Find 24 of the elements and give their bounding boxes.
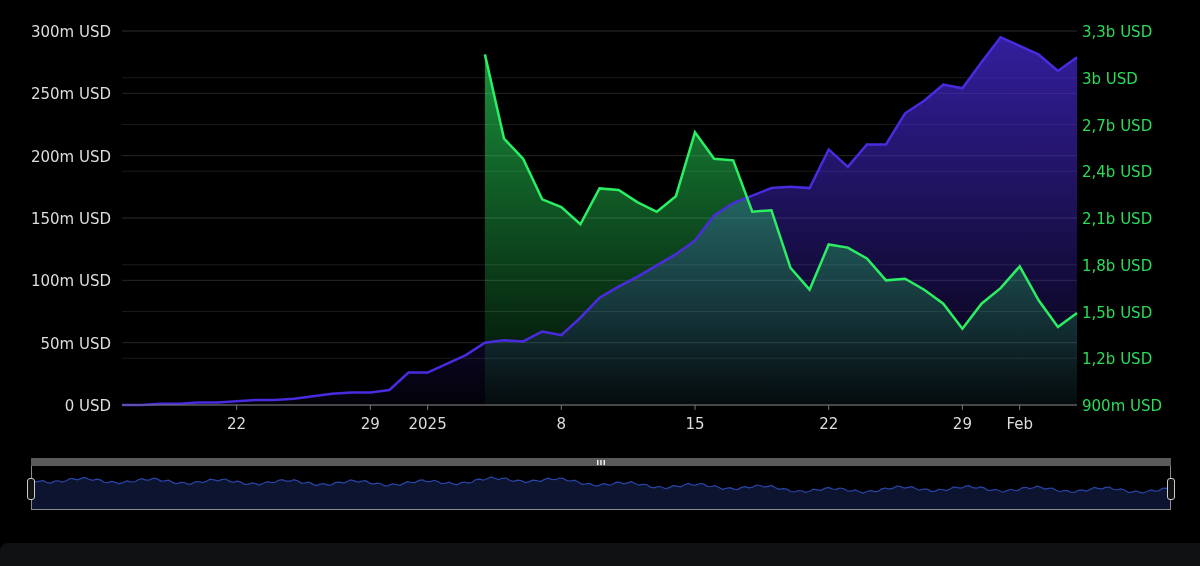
y-axis-label: 2,1b USD xyxy=(1082,210,1153,228)
y-axis-label: 900m USD xyxy=(1082,397,1163,415)
x-axis-label: 29 xyxy=(360,415,380,433)
y-axis-label: 3,3b USD xyxy=(1082,23,1153,41)
y-axis-label: 100m USD xyxy=(30,272,111,291)
x-axis-label: 29 xyxy=(952,415,972,433)
y-axis-label: 0 USD xyxy=(64,397,111,415)
y-axis-label: 300m USD xyxy=(30,23,111,41)
y-axis-label: 1,5b USD xyxy=(1082,303,1153,322)
x-axis-label: 2025 xyxy=(408,415,447,433)
x-axis-label: 22 xyxy=(227,415,247,433)
y-axis-label: 3b USD xyxy=(1082,69,1138,88)
y-axis-label: 1,8b USD xyxy=(1082,256,1153,275)
y-axis-label: 50m USD xyxy=(40,334,111,353)
x-axis-label: 15 xyxy=(685,415,705,433)
y-axis-label: 200m USD xyxy=(30,147,111,166)
x-axis-label: 8 xyxy=(556,415,567,433)
y-axis-label: 2,4b USD xyxy=(1082,163,1153,182)
y-axis-label: 1,2b USD xyxy=(1082,350,1153,369)
y-axis-label: 2,7b USD xyxy=(1082,116,1153,135)
y-axis-label: 250m USD xyxy=(30,85,111,104)
x-axis-label: 22 xyxy=(819,415,839,433)
x-axis-label: Feb xyxy=(1006,415,1033,433)
y-axis-label: 150m USD xyxy=(30,210,111,228)
